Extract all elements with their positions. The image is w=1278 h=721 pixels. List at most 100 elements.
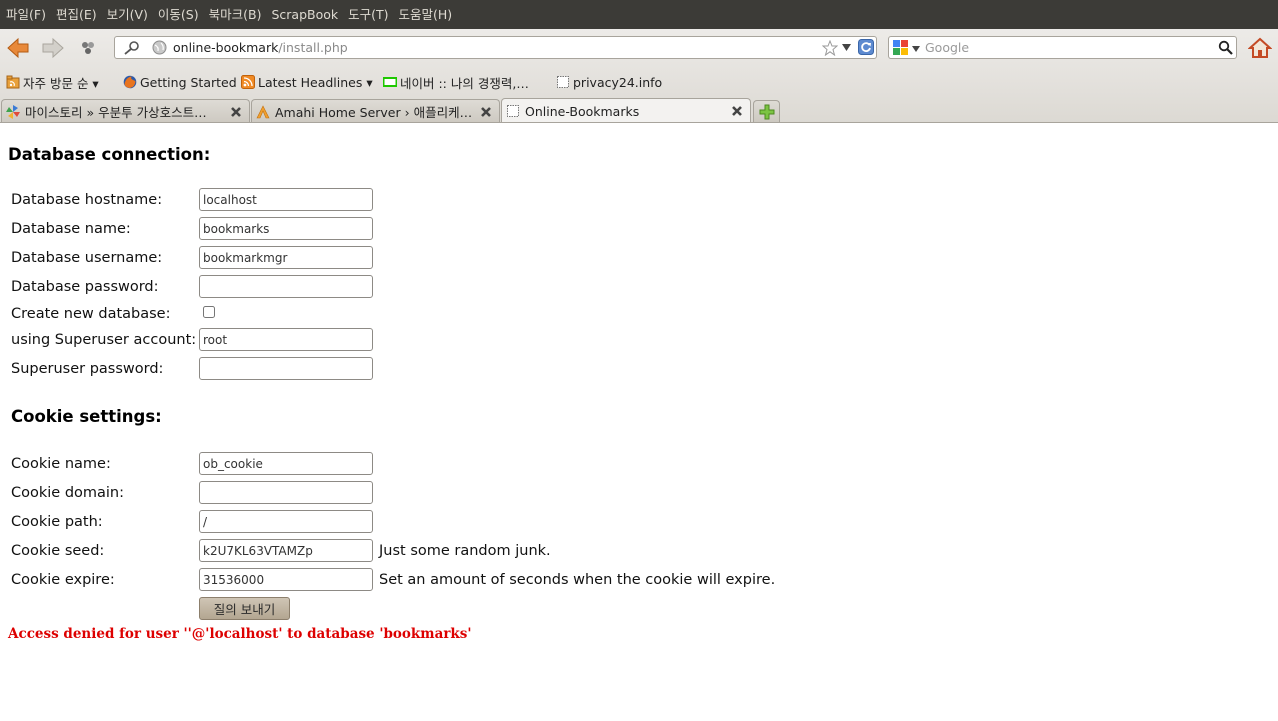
search-key-icon bbox=[124, 41, 139, 55]
create-db-checkbox[interactable] bbox=[203, 306, 215, 318]
bookmark-label: privacy24.info bbox=[573, 74, 663, 90]
tab-label: Amahi Home Server › 애플리케… bbox=[275, 105, 473, 120]
back-arrow-icon bbox=[7, 37, 29, 59]
db-password-row: Database password: bbox=[11, 275, 373, 298]
menu-go[interactable]: 이동(S) bbox=[153, 0, 204, 29]
rss-folder-icon bbox=[6, 75, 20, 89]
menubar: 파일(F) 편집(E) 보기(V) 이동(S) 북마크(B) ScrapBook… bbox=[0, 0, 1278, 29]
bookmark-label: Getting Started bbox=[140, 74, 237, 90]
db-username-row: Database username: bbox=[11, 246, 373, 269]
close-icon[interactable] bbox=[478, 104, 494, 120]
url-bar[interactable]: online-bookmark/install.php bbox=[114, 36, 877, 59]
bookmark-most-visited[interactable]: 자주 방문 순 ▾ bbox=[6, 72, 99, 92]
db-name-row: Database name: bbox=[11, 217, 373, 240]
blank-page-icon bbox=[557, 76, 569, 88]
cookie-seed-row: Cookie seed: Just some random junk. bbox=[11, 539, 551, 562]
cookie-path-row: Cookie path: bbox=[11, 510, 373, 533]
back-button[interactable] bbox=[4, 35, 32, 61]
magnifier-icon[interactable] bbox=[1218, 40, 1233, 55]
url-host: online-bookmark bbox=[173, 40, 279, 55]
search-bar[interactable] bbox=[888, 36, 1237, 59]
cookie-path-label: Cookie path: bbox=[11, 513, 103, 530]
cookie-name-input[interactable] bbox=[199, 452, 373, 475]
scrapbook-capture-button[interactable] bbox=[76, 35, 100, 61]
bookmark-latest-headlines[interactable]: Latest Headlines ▾ bbox=[241, 72, 373, 92]
blank-page-icon bbox=[507, 105, 519, 117]
cookie-expire-label: Cookie expire: bbox=[11, 571, 115, 588]
forward-arrow-icon bbox=[42, 37, 64, 59]
cookie-path-input[interactable] bbox=[199, 510, 373, 533]
cookie-seed-input[interactable] bbox=[199, 539, 373, 562]
pinwheel-icon bbox=[6, 104, 20, 119]
cookie-expire-row: Cookie expire: Set an amount of seconds … bbox=[11, 568, 775, 591]
cookie-domain-label: Cookie domain: bbox=[11, 484, 125, 501]
bookmark-label: 네이버 :: 나의 경쟁력,… bbox=[400, 75, 529, 91]
close-icon[interactable] bbox=[729, 103, 745, 119]
create-db-label: Create new database: bbox=[11, 305, 171, 322]
superuser-row: using Superuser account: bbox=[11, 328, 373, 351]
home-button[interactable] bbox=[1246, 35, 1274, 61]
superuser-password-row: Superuser password: bbox=[11, 357, 373, 380]
naver-icon bbox=[383, 77, 397, 87]
db-hostname-input[interactable] bbox=[199, 188, 373, 211]
tab-online-bookmarks[interactable]: Online-Bookmarks bbox=[501, 98, 751, 123]
menu-scrapbook[interactable]: ScrapBook bbox=[266, 0, 343, 29]
db-password-input[interactable] bbox=[199, 275, 373, 298]
navigation-toolbar: online-bookmark/install.php bbox=[0, 29, 1278, 67]
db-password-label: Database password: bbox=[11, 278, 159, 295]
superuser-password-input[interactable] bbox=[199, 357, 373, 380]
tab-mystory[interactable]: 마이스토리 » 우분투 가상호스트… bbox=[1, 99, 250, 123]
cookie-name-label: Cookie name: bbox=[11, 455, 111, 472]
bookmarks-toolbar: 자주 방문 순 ▾ Getting Started Latest Headlin… bbox=[0, 70, 1278, 94]
db-username-input[interactable] bbox=[199, 246, 373, 269]
bookmark-naver[interactable]: 네이버 :: 나의 경쟁력,… bbox=[383, 72, 529, 92]
home-icon bbox=[1248, 37, 1272, 58]
cookie-expire-hint: Set an amount of seconds when the cookie… bbox=[379, 571, 776, 588]
history-dropdown-icon[interactable] bbox=[842, 44, 851, 52]
cookie-domain-row: Cookie domain: bbox=[11, 481, 373, 504]
bookmark-privacy24[interactable]: privacy24.info bbox=[556, 72, 662, 92]
globe-icon bbox=[152, 40, 167, 55]
amahi-icon bbox=[256, 104, 270, 118]
menu-tools[interactable]: 도구(T) bbox=[343, 0, 393, 29]
cookie-settings-heading: Cookie settings: bbox=[11, 407, 162, 426]
superuser-label: using Superuser account: bbox=[11, 331, 197, 348]
bookmark-label: 자주 방문 순 ▾ bbox=[23, 75, 99, 91]
db-connection-heading: Database connection: bbox=[8, 145, 211, 164]
superuser-input[interactable] bbox=[199, 328, 373, 351]
url-text[interactable]: online-bookmark/install.php bbox=[173, 37, 348, 58]
tab-amahi[interactable]: Amahi Home Server › 애플리케… bbox=[251, 99, 500, 123]
cookie-expire-input[interactable] bbox=[199, 568, 373, 591]
cookie-seed-hint: Just some random junk. bbox=[379, 542, 551, 559]
browser-chrome: online-bookmark/install.php Google 자주 방문… bbox=[0, 29, 1278, 123]
bookmark-getting-started[interactable]: Getting Started bbox=[123, 72, 237, 92]
rss-icon bbox=[241, 75, 255, 89]
cookie-domain-input[interactable] bbox=[199, 481, 373, 504]
scrapbook-icon bbox=[82, 42, 94, 54]
cookie-seed-label: Cookie seed: bbox=[11, 542, 105, 559]
search-input[interactable] bbox=[925, 39, 1205, 56]
bookmark-label: Latest Headlines ▾ bbox=[258, 74, 373, 90]
db-name-label: Database name: bbox=[11, 220, 131, 237]
close-icon[interactable] bbox=[228, 104, 244, 120]
db-hostname-row: Database hostname: bbox=[11, 188, 373, 211]
db-hostname-label: Database hostname: bbox=[11, 191, 163, 208]
forward-button[interactable] bbox=[39, 35, 67, 61]
page-content: Database connection: Database hostname: … bbox=[0, 123, 1278, 721]
create-db-row: Create new database: bbox=[11, 302, 215, 325]
reload-icon[interactable] bbox=[858, 39, 874, 55]
firefox-icon bbox=[123, 75, 137, 89]
menu-help[interactable]: 도움말(H) bbox=[394, 0, 458, 29]
menu-bookmarks[interactable]: 북마크(B) bbox=[204, 0, 267, 29]
new-tab-button[interactable] bbox=[753, 100, 780, 122]
menu-edit[interactable]: 편집(E) bbox=[51, 0, 102, 29]
db-username-label: Database username: bbox=[11, 249, 163, 266]
submit-query-button[interactable]: 질의 보내기 bbox=[199, 597, 290, 620]
db-name-input[interactable] bbox=[199, 217, 373, 240]
menu-view[interactable]: 보기(V) bbox=[102, 0, 153, 29]
google-engine-icon[interactable] bbox=[893, 40, 923, 56]
bookmark-star-icon[interactable] bbox=[822, 40, 838, 56]
tab-label: Online-Bookmarks bbox=[525, 103, 640, 119]
error-message: Access denied for user ''@'localhost' to… bbox=[8, 626, 472, 642]
menu-file[interactable]: 파일(F) bbox=[0, 0, 51, 29]
